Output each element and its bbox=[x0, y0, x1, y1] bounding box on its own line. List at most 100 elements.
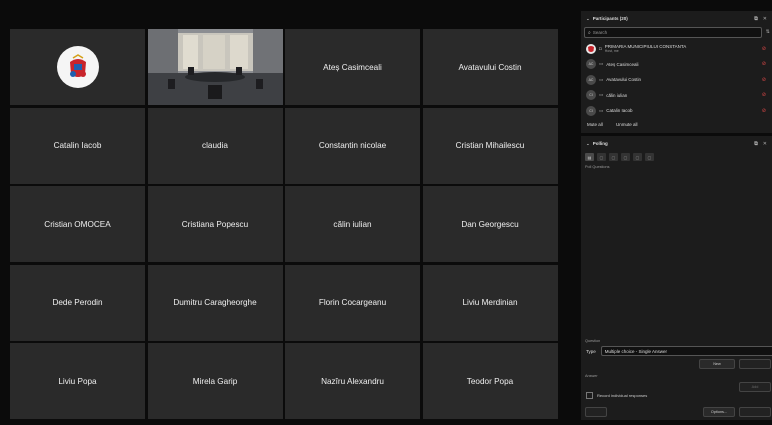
participant-name: Dumitru Caragheorghe bbox=[173, 298, 257, 307]
video-tile[interactable]: Mirela Garip bbox=[147, 343, 283, 419]
participant-name: Nazîru Alexandru bbox=[321, 376, 384, 386]
video-tile[interactable]: Dumitru Caragheorghe bbox=[147, 264, 283, 341]
open-poll-icon[interactable]: ▢ bbox=[597, 153, 606, 161]
participant-row-name: Ateș Casimceali bbox=[606, 61, 639, 67]
participant-row[interactable]: ◘ PRIMARIA MUNICIPIULUI CONSTANTA Host, … bbox=[581, 41, 772, 57]
device-icon: ▭ bbox=[599, 92, 604, 98]
record-responses-label: Record individual responses bbox=[597, 393, 648, 398]
video-tile[interactable]: Liviu Merdinian bbox=[422, 264, 558, 341]
conference-room-video bbox=[147, 29, 283, 105]
camera-icon: ◘ bbox=[599, 46, 602, 52]
mic-muted-icon[interactable]: ⊘ bbox=[762, 77, 766, 83]
participant-row-name: Catalin Iacob bbox=[606, 108, 633, 114]
device-icon: ▭ bbox=[599, 76, 604, 82]
video-tile[interactable]: Dede Perodin bbox=[10, 264, 145, 341]
question-type-select[interactable]: Multiple choice - Single Answer ⌄ bbox=[600, 346, 772, 356]
close-icon[interactable]: ✕ bbox=[763, 16, 767, 22]
avatar: AC bbox=[586, 74, 596, 85]
participant-name: Ateș Casimceali bbox=[323, 62, 382, 72]
options-button[interactable]: Options... bbox=[703, 407, 735, 417]
participant-row[interactable]: AC ▭ Ateș Casimceali ⊘ bbox=[581, 57, 772, 73]
polling-header: ⌄ Polling ⧉ ✕ bbox=[581, 136, 772, 151]
video-tile-host-logo[interactable] bbox=[10, 29, 145, 105]
video-tile[interactable]: Catalin Iacob bbox=[10, 107, 145, 184]
sort-icon[interactable]: ⇅ bbox=[766, 29, 770, 35]
popout-icon[interactable]: ⧉ bbox=[754, 16, 758, 22]
participant-row-name: Avatavului Costin bbox=[606, 77, 641, 83]
polling-title: Polling bbox=[592, 141, 608, 146]
participant-row[interactable]: AC ▭ Avatavului Costin ⊘ bbox=[581, 72, 772, 88]
mic-muted-icon[interactable]: ⊘ bbox=[762, 46, 766, 52]
participant-name: Mirela Garip bbox=[192, 376, 238, 386]
question-type-value: Multiple choice - Single Answer bbox=[604, 348, 668, 354]
close-icon[interactable]: ✕ bbox=[763, 141, 767, 147]
checkbox-icon bbox=[586, 392, 593, 399]
participant-name: Cristian Mihailescu bbox=[455, 141, 525, 150]
poll-questions-label: Poll Questions bbox=[585, 165, 610, 169]
participant-name: călin iulian bbox=[333, 219, 372, 229]
add-answer-button[interactable]: Add bbox=[739, 382, 771, 392]
question-label: Question bbox=[585, 339, 601, 343]
participant-row-name: călin iulian bbox=[606, 92, 628, 98]
popout-icon[interactable]: ⧉ bbox=[754, 141, 758, 147]
chevron-down-icon[interactable]: ⌄ bbox=[586, 16, 590, 22]
participant-row-text: PRIMARIA MUNICIPIULUI CONSTANTA Host, me bbox=[605, 44, 687, 53]
video-tile[interactable]: Ateș Casimceali bbox=[285, 29, 420, 105]
participants-panel: ⌄ Participants (20) ⧉ ✕ ⌕ Search ⇅ ◘ PRI… bbox=[581, 11, 772, 133]
participant-name: Liviu Merdinian bbox=[462, 298, 518, 307]
settings-icon[interactable]: ▢ bbox=[633, 153, 642, 161]
video-tile[interactable]: Florin Cocargeanu bbox=[285, 264, 420, 341]
unmute-all-button[interactable]: Unmute all bbox=[616, 122, 638, 127]
open-poll-button[interactable] bbox=[739, 407, 771, 417]
video-tile[interactable]: călin iulian bbox=[285, 186, 420, 262]
mic-muted-icon[interactable]: ⊘ bbox=[762, 92, 766, 98]
video-tile[interactable]: Avatavului Costin bbox=[422, 29, 558, 105]
device-icon: ▭ bbox=[599, 61, 604, 67]
video-tile[interactable]: Cristian OMOCEA bbox=[10, 186, 145, 262]
help-icon[interactable]: ▢ bbox=[645, 153, 654, 161]
participants-title: Participants (20) bbox=[592, 16, 628, 21]
export-icon[interactable]: ▢ bbox=[621, 153, 630, 161]
new-question-button[interactable]: New bbox=[699, 359, 735, 369]
participant-name: Teodor Popa bbox=[466, 376, 514, 386]
video-tile[interactable]: Teodor Popa bbox=[422, 343, 558, 419]
video-tile[interactable]: Cristiana Popescu bbox=[147, 186, 283, 262]
change-type-button[interactable] bbox=[739, 359, 771, 369]
search-icon: ⌕ bbox=[588, 29, 591, 36]
polling-panel: ⌄ Polling ⧉ ✕ ▤ ▢ ▢ ▢ ▢ ▢ Poll Questions… bbox=[581, 136, 772, 420]
participant-name: Cristiana Popescu bbox=[181, 219, 249, 229]
video-tile-conference-room[interactable] bbox=[147, 29, 283, 105]
video-tile[interactable]: Cristian Mihailescu bbox=[422, 107, 558, 184]
participant-name: Avatavului Costin bbox=[458, 62, 522, 72]
participant-list: ◘ PRIMARIA MUNICIPIULUI CONSTANTA Host, … bbox=[581, 41, 772, 119]
participants-footer: Mute all Unmute all bbox=[587, 122, 650, 127]
participant-row[interactable]: CI ▭ călin iulian ⊘ bbox=[581, 88, 772, 104]
mic-muted-icon[interactable]: ⊘ bbox=[762, 61, 766, 67]
city-hall-logo bbox=[56, 46, 99, 88]
participant-name: Cristian OMOCEA bbox=[44, 219, 111, 229]
participant-name: Dede Perodin bbox=[52, 298, 103, 307]
video-tile[interactable]: Nazîru Alexandru bbox=[285, 343, 420, 419]
video-grid: Ateș Casimceali Avatavului Costin Catali… bbox=[10, 29, 558, 419]
question-type-row: Type Multiple choice - Single Answer ⌄ bbox=[586, 346, 772, 356]
video-tile[interactable]: Dan Georgescu bbox=[422, 186, 558, 262]
participant-name: Florin Cocargeanu bbox=[318, 298, 387, 307]
chevron-down-icon[interactable]: ⌄ bbox=[586, 141, 590, 147]
answer-label: Answer bbox=[585, 374, 598, 378]
video-tile[interactable]: Liviu Popa bbox=[10, 343, 145, 419]
video-tile[interactable]: claudia bbox=[147, 107, 283, 184]
record-responses-checkbox[interactable]: Record individual responses bbox=[586, 392, 647, 399]
participant-row[interactable]: CI ▭ Catalin Iacob ⊘ bbox=[581, 103, 772, 119]
new-poll-icon[interactable]: ▤ bbox=[585, 153, 594, 161]
clear-all-button[interactable] bbox=[585, 407, 607, 417]
participant-search-input[interactable]: ⌕ Search bbox=[584, 27, 762, 38]
participant-row-role: Host, me bbox=[604, 49, 619, 54]
video-tile[interactable]: Constantin nicolae bbox=[285, 107, 420, 184]
search-placeholder: Search bbox=[592, 30, 608, 35]
mute-all-button[interactable]: Mute all bbox=[587, 122, 603, 127]
avatar: CI bbox=[586, 105, 596, 116]
participant-name: Constantin nicolae bbox=[318, 141, 387, 150]
save-poll-icon[interactable]: ▢ bbox=[609, 153, 618, 161]
avatar: CI bbox=[586, 90, 596, 101]
mic-muted-icon[interactable]: ⊘ bbox=[762, 108, 766, 114]
